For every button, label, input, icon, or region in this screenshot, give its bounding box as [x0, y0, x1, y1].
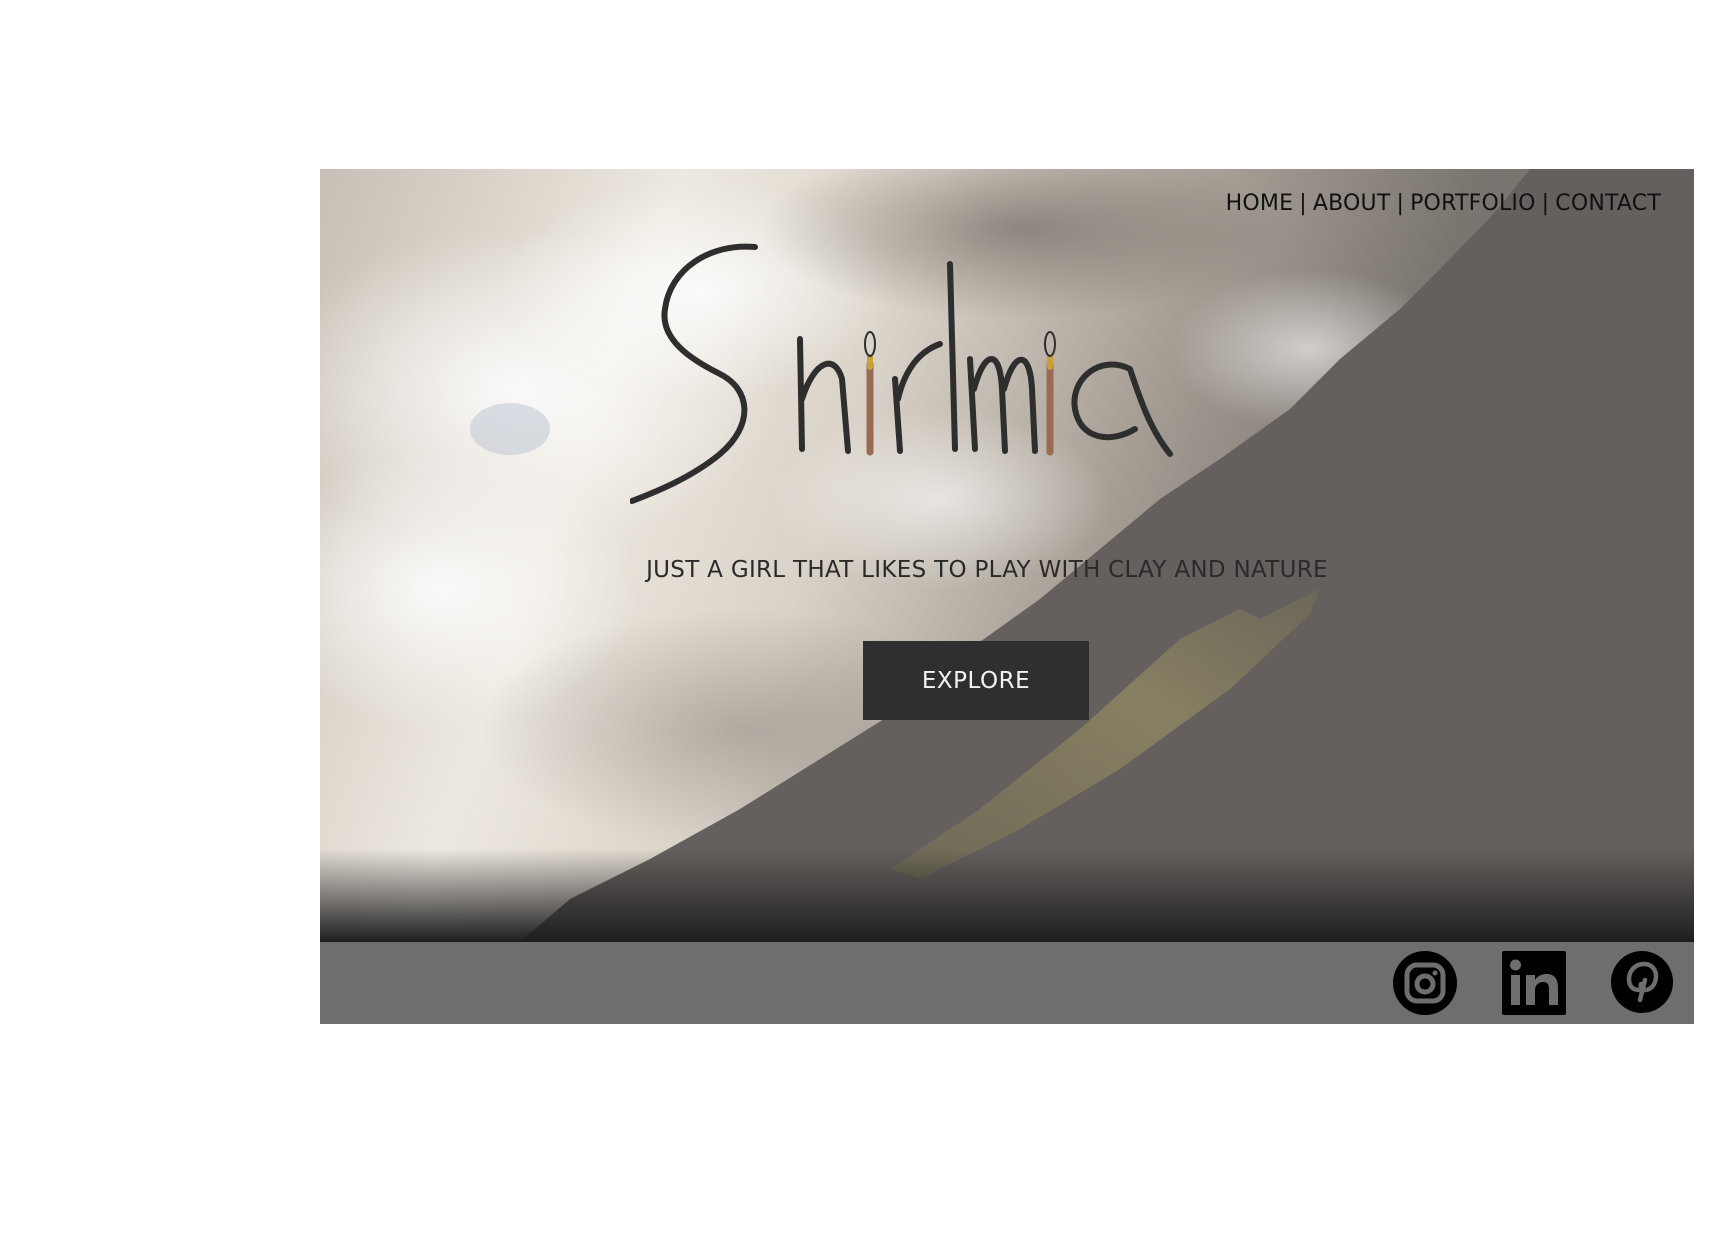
- hero-section: HOME | ABOUT | PORTFOLIO | CONTACT JUST …: [320, 169, 1694, 942]
- nav-contact-link[interactable]: CONTACT: [1555, 191, 1661, 216]
- pinterest-icon[interactable]: [1609, 950, 1675, 1016]
- nav-separator: |: [1299, 191, 1307, 216]
- footer-bar: [320, 942, 1694, 1024]
- hero-tagline: JUST A GIRL THAT LIKES TO PLAY WITH CLAY…: [646, 557, 1328, 583]
- linkedin-icon[interactable]: [1501, 950, 1567, 1016]
- nav-separator: |: [1396, 191, 1405, 216]
- brand-logo: [630, 243, 1173, 504]
- instagram-icon[interactable]: [1392, 950, 1458, 1016]
- nav-home-link[interactable]: HOME: [1226, 191, 1294, 216]
- nav-portfolio-link[interactable]: PORTFOLIO: [1410, 191, 1536, 216]
- explore-button[interactable]: EXPLORE: [863, 641, 1089, 720]
- main-nav: HOME | ABOUT | PORTFOLIO | CONTACT: [1226, 191, 1661, 216]
- page-frame: HOME | ABOUT | PORTFOLIO | CONTACT JUST …: [320, 169, 1694, 1024]
- nav-about-link[interactable]: ABOUT: [1313, 191, 1391, 216]
- nav-separator: |: [1541, 191, 1550, 216]
